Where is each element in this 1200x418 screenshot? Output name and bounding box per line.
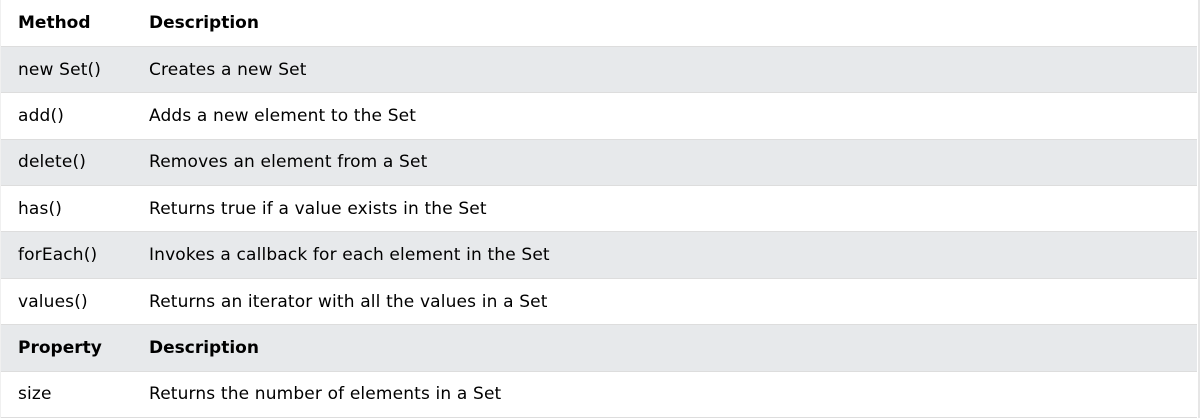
method-name: values() [18, 291, 88, 312]
set-methods-table: Method Description new Set() Creates a n… [1, 0, 1197, 418]
table-row: forEach() Invokes a callback for each el… [1, 231, 1197, 279]
method-name: forEach() [18, 245, 98, 266]
method-column-header: Method [18, 12, 91, 33]
method-description: Creates a new Set [149, 59, 307, 80]
property-description: Returns the number of elements in a Set [149, 384, 502, 405]
description-column-header: Description [149, 337, 259, 358]
method-description: Removes an element from a Set [149, 152, 428, 173]
table-row: new Set() Creates a new Set [1, 46, 1197, 93]
properties-header-row: Property Description [1, 324, 1197, 372]
table-row: add() Adds a new element to the Set [1, 92, 1197, 140]
table-row: size Returns the number of elements in a… [1, 371, 1197, 418]
property-column-header: Property [18, 337, 102, 358]
method-name: delete() [18, 152, 87, 173]
method-name: has() [18, 198, 63, 219]
property-name: size [18, 384, 52, 405]
method-description: Returns true if a value exists in the Se… [149, 198, 487, 219]
methods-header-row: Method Description [1, 0, 1197, 47]
page: Method Description new Set() Creates a n… [0, 0, 1200, 418]
table-row: values() Returns an iterator with all th… [1, 278, 1197, 325]
method-description: Invokes a callback for each element in t… [149, 245, 550, 266]
description-column-header: Description [149, 12, 259, 33]
table-row: delete() Removes an element from a Set [1, 139, 1197, 186]
method-description: Adds a new element to the Set [149, 105, 417, 126]
table-row: has() Returns true if a value exists in … [1, 185, 1197, 232]
method-name: add() [18, 105, 65, 126]
method-description: Returns an iterator with all the values … [149, 291, 548, 312]
method-name: new Set() [18, 59, 102, 80]
